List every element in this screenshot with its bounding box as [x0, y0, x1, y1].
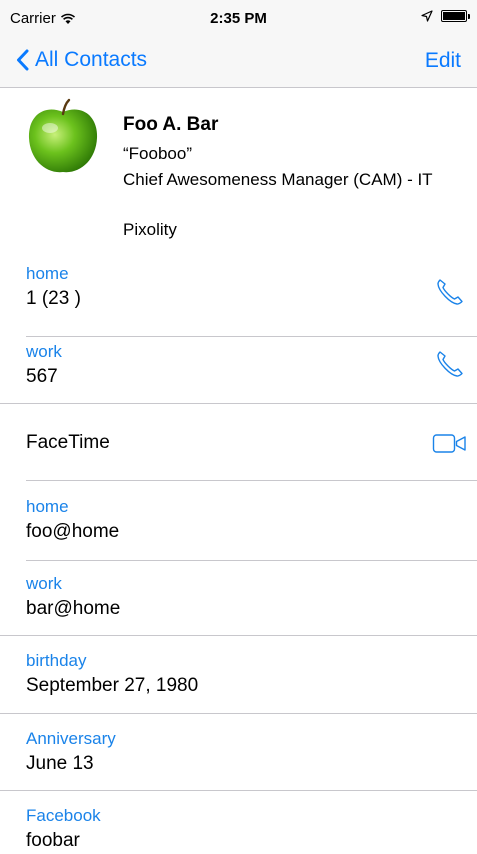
status-bar: Carrier 2:35 PM [0, 0, 477, 40]
email-home-label: home [26, 497, 69, 516]
birthday-label: birthday [26, 651, 87, 670]
edit-button[interactable]: Edit [425, 49, 461, 73]
facebook-label: Facebook [26, 806, 101, 825]
divider [26, 336, 477, 337]
status-time: 2:35 PM [210, 10, 267, 27]
contact-name: Foo A. Bar [123, 114, 219, 135]
anniversary-label: Anniversary [26, 729, 116, 748]
phone-work-value: 567 [26, 366, 58, 387]
phone-home-value: 1 (23 ) [26, 288, 81, 309]
email-home-field[interactable]: home foo@home [26, 497, 119, 543]
birthday-field: birthday September 27, 1980 [26, 651, 198, 697]
contact-company: Pixolity [123, 220, 177, 239]
email-work-field[interactable]: work bar@home [26, 574, 120, 620]
navigation-bar: All Contacts Edit [0, 40, 477, 88]
facetime-row[interactable]: FaceTime [26, 432, 110, 454]
phone-work-call-icon[interactable] [436, 350, 464, 378]
email-home-value: foo@home [26, 521, 120, 542]
email-work-value: bar@home [26, 598, 121, 619]
divider [26, 480, 477, 481]
email-work-label: work [26, 574, 62, 593]
phone-home-call-icon[interactable] [436, 278, 464, 306]
contact-nickname: “Fooboo” [123, 144, 192, 163]
battery-icon [441, 10, 470, 22]
video-camera-icon[interactable] [432, 433, 468, 455]
back-button[interactable]: All Contacts [16, 48, 147, 72]
contact-job-title: Chief Awesomeness Manager (CAM) - IT [123, 170, 433, 189]
divider [0, 713, 477, 714]
location-arrow-icon [421, 10, 433, 22]
divider [0, 403, 477, 404]
divider [26, 560, 477, 561]
status-right-group [421, 10, 470, 22]
facebook-value: foobar [26, 830, 80, 851]
back-button-label: All Contacts [35, 48, 148, 71]
phone-home-label: home [26, 264, 69, 283]
anniversary-field: Anniversary June 13 [26, 729, 116, 775]
contact-photo[interactable] [24, 98, 102, 176]
phone-home-field[interactable]: home 1 (23 ) [26, 264, 81, 310]
birthday-value: September 27, 1980 [26, 675, 199, 696]
facebook-field[interactable]: Facebook foobar [26, 806, 101, 852]
phone-work-field[interactable]: work 567 [26, 342, 62, 388]
divider [0, 790, 477, 791]
anniversary-value: June 13 [26, 753, 94, 774]
contact-header: Foo A. Bar “Fooboo” Chief Awesomeness Ma… [0, 96, 477, 246]
chevron-left-icon [17, 49, 29, 71]
phone-work-label: work [26, 342, 62, 361]
divider [0, 635, 477, 636]
